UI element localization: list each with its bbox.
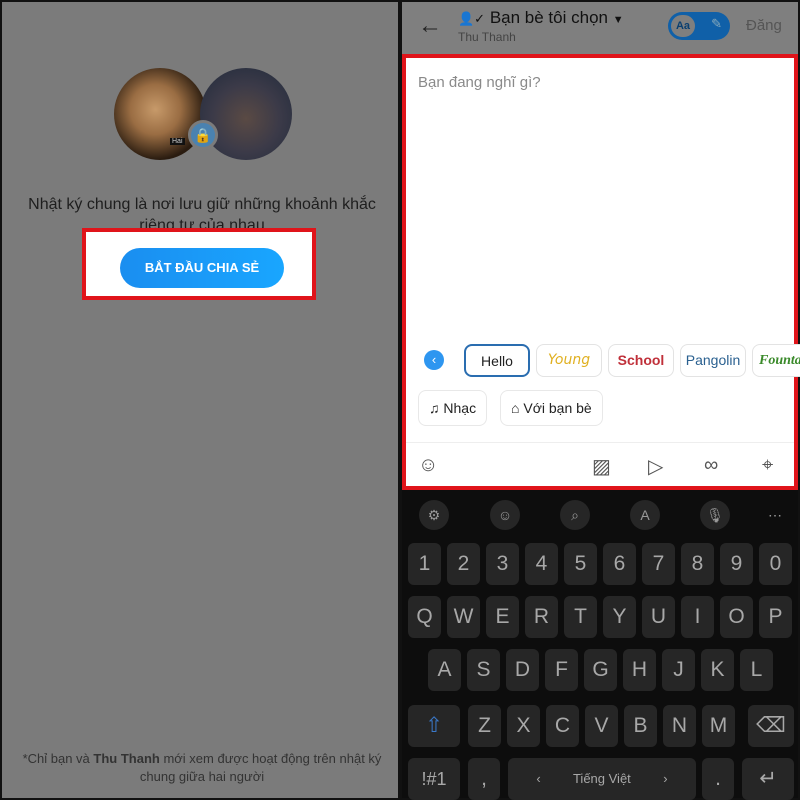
key-5[interactable]: 5 [564, 543, 597, 585]
key-n[interactable]: N [663, 705, 696, 747]
style-pangolin[interactable]: Pangolin [680, 344, 746, 377]
text-style-label: Aa [670, 14, 696, 38]
shift-key[interactable]: ⇧ [408, 705, 460, 747]
key-p[interactable]: P [759, 596, 792, 638]
comma-key[interactable]: , [468, 758, 500, 800]
audience-label: Bạn bè tôi chọn [489, 8, 608, 27]
key-r[interactable]: R [525, 596, 558, 638]
style-toggle[interactable]: Aa ✎ [668, 12, 730, 40]
search-icon[interactable]: ⌕ [560, 500, 590, 530]
audience-selector[interactable]: 👤✓ Bạn bè tôi chọn ▼ [458, 8, 624, 28]
note-text: *Chỉ bạn và [22, 751, 94, 766]
microphone-icon[interactable]: 🎙 [700, 500, 730, 530]
key-6[interactable]: 6 [603, 543, 636, 585]
divider [406, 442, 794, 443]
translate-icon[interactable]: A [630, 500, 660, 530]
back-arrow-icon[interactable]: ← [418, 12, 442, 40]
period-key[interactable]: . [702, 758, 734, 800]
key-2[interactable]: 2 [447, 543, 480, 585]
friends-check-icon: 👤✓ [458, 11, 486, 26]
key-4[interactable]: 4 [525, 543, 558, 585]
sticker-icon[interactable]: ☺ [418, 454, 438, 477]
enter-key[interactable]: ↵ [742, 758, 794, 800]
tag-friends-button[interactable]: ⌂ Với bạn bè [500, 390, 603, 426]
key-x[interactable]: X [507, 705, 540, 747]
key-h[interactable]: H [623, 649, 656, 691]
key-s[interactable]: S [467, 649, 500, 691]
key-c[interactable]: C [546, 705, 579, 747]
key-u[interactable]: U [642, 596, 675, 638]
key-d[interactable]: D [506, 649, 539, 691]
shared-diary-panel: Hai 🔒 Nhật ký chung là nơi lưu giữ những… [2, 2, 398, 798]
key-8[interactable]: 8 [681, 543, 714, 585]
language-label: Tiếng Việt [572, 771, 631, 786]
note-name: Thu Thanh [93, 751, 160, 766]
caret-down-icon: ▼ [612, 14, 624, 26]
music-label: Nhạc [443, 400, 477, 416]
avatar-friend [200, 68, 292, 160]
brush-icon: ✎ [711, 16, 722, 31]
style-hello[interactable]: Hello [464, 344, 530, 377]
key-b[interactable]: B [624, 705, 657, 747]
key-t[interactable]: T [564, 596, 597, 638]
key-i[interactable]: I [681, 596, 714, 638]
settings-gear-icon[interactable]: ⚙ [419, 500, 449, 530]
subtitle: Thu Thanh [458, 30, 516, 44]
key-0[interactable]: 0 [759, 543, 792, 585]
tag-icon: ⌂ [511, 400, 520, 416]
key-f[interactable]: F [545, 649, 578, 691]
key-a[interactable]: A [428, 649, 461, 691]
music-button[interactable]: ♫ Nhạc [418, 390, 488, 426]
key-v[interactable]: V [585, 705, 618, 747]
key-q[interactable]: Q [408, 596, 441, 638]
emoji-icon[interactable]: ☺ [490, 500, 520, 530]
location-pin-icon[interactable]: ⌖ [762, 454, 773, 477]
key-m[interactable]: M [702, 705, 735, 747]
lock-icon: 🔒 [188, 120, 218, 150]
avatar-tag: Hai [170, 138, 185, 145]
symbols-key[interactable]: !#1 [408, 758, 460, 800]
chevron-left-icon[interactable]: ‹ [424, 350, 444, 370]
key-e[interactable]: E [486, 596, 519, 638]
key-j[interactable]: J [662, 649, 695, 691]
key-l[interactable]: L [740, 649, 773, 691]
video-icon[interactable]: ▷ [648, 454, 663, 479]
key-9[interactable]: 9 [720, 543, 753, 585]
key-w[interactable]: W [447, 596, 480, 638]
key-o[interactable]: O [720, 596, 753, 638]
note-text: mới xem được hoạt động trên nhật ký chun… [139, 751, 382, 784]
key-y[interactable]: Y [603, 596, 636, 638]
key-7[interactable]: 7 [642, 543, 675, 585]
key-z[interactable]: Z [468, 705, 501, 747]
keyboard: ⚙ ☺ ⌕ A 🎙 ⋯ ⇧ ⌫ !#1 , ‹ Tiếng Việt › . ↵… [402, 490, 798, 800]
start-sharing-button[interactable]: BẮT ĐẦU CHIA SẺ [120, 248, 284, 288]
music-note-icon: ♫ [429, 400, 440, 416]
compose-box: Bạn đang nghĩ gì? ‹ Hello Young School P… [402, 54, 800, 490]
style-young[interactable]: Young [536, 344, 602, 377]
more-icon[interactable]: ⋯ [760, 500, 790, 530]
post-button[interactable]: Đăng [746, 17, 782, 34]
header: ← 👤✓ Bạn bè tôi chọn ▼ Thu Thanh Aa ✎ Đăn… [402, 2, 798, 54]
image-icon[interactable]: ▨ [592, 454, 611, 479]
link-icon[interactable]: ∞ [704, 454, 718, 477]
tag-friends-label: Với bạn bè [523, 400, 592, 416]
privacy-note: *Chỉ bạn và Thu Thanh mới xem được hoạt … [22, 750, 382, 786]
key-1[interactable]: 1 [408, 543, 441, 585]
style-school[interactable]: School [608, 344, 674, 377]
backspace-key[interactable]: ⌫ [748, 705, 794, 747]
compose-panel: ← 👤✓ Bạn bè tôi chọn ▼ Thu Thanh Aa ✎ Đăn… [402, 2, 800, 800]
space-key[interactable]: ‹ Tiếng Việt › [508, 758, 696, 800]
key-3[interactable]: 3 [486, 543, 519, 585]
key-k[interactable]: K [701, 649, 734, 691]
post-input[interactable]: Bạn đang nghĩ gì? [418, 74, 541, 91]
key-g[interactable]: G [584, 649, 617, 691]
style-fountain[interactable]: Founta [752, 344, 800, 377]
